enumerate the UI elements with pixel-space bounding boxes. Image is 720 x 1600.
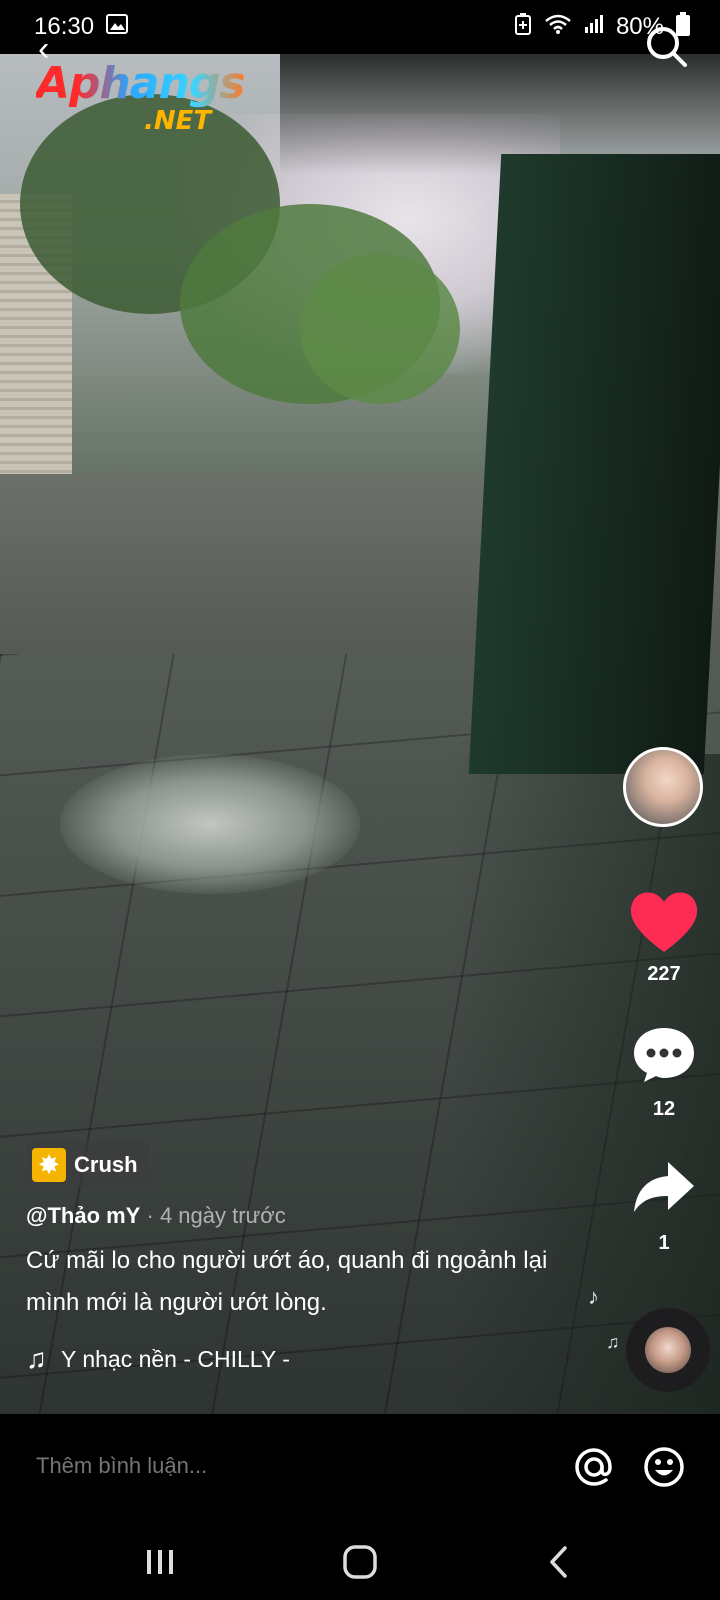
- post-time: 4 ngày trước: [159, 1203, 286, 1228]
- share-button[interactable]: [632, 1160, 696, 1216]
- username[interactable]: @Thảo mY: [26, 1203, 140, 1228]
- comment-bubble-icon: [634, 1028, 694, 1082]
- floating-note-icon: ♫: [606, 1332, 620, 1352]
- comment-input[interactable]: [36, 1453, 496, 1479]
- music-title: Y nhạc nền - CHILLY -: [61, 1345, 290, 1372]
- like-button[interactable]: [626, 886, 702, 956]
- wifi-icon: [544, 13, 572, 42]
- share-count: 1: [658, 1232, 670, 1254]
- music-disc-avatar: [645, 1327, 691, 1373]
- search-icon[interactable]: [644, 24, 690, 70]
- battery-saver-icon: [514, 12, 532, 42]
- gallery-icon: [106, 13, 129, 41]
- like-count: 227: [647, 963, 681, 985]
- home-icon[interactable]: [338, 1540, 382, 1584]
- music-disc[interactable]: [626, 1308, 710, 1392]
- creator-avatar[interactable]: [623, 747, 703, 827]
- back-chevron-icon[interactable]: ‹: [38, 30, 49, 69]
- music-note-icon: ♫: [26, 1343, 47, 1374]
- back-icon[interactable]: [538, 1540, 582, 1584]
- post-meta: @Thảo mY · 4 ngày trước: [26, 1203, 286, 1228]
- crush-tag[interactable]: ✸ Crush: [26, 1142, 150, 1188]
- recents-icon[interactable]: [138, 1540, 182, 1584]
- watermark-logo: Aphangs .NET: [36, 58, 246, 136]
- share-arrow-icon: [634, 1162, 694, 1212]
- signal-icon: [584, 13, 604, 41]
- video-caption: Cứ mãi lo cho người ướt áo, quanh đi ngo…: [26, 1247, 548, 1316]
- floating-note-icon: ♪: [588, 1284, 599, 1309]
- emoji-icon[interactable]: [642, 1445, 686, 1489]
- sparkle-icon: ✸: [32, 1148, 66, 1182]
- comment-button[interactable]: [632, 1024, 696, 1084]
- status-bar: 16:30 80%: [0, 0, 720, 54]
- music-info[interactable]: ♫ Y nhạc nền - CHILLY -: [26, 1343, 290, 1375]
- heart-icon: [630, 892, 698, 952]
- mention-icon[interactable]: [572, 1445, 616, 1489]
- comment-count: 12: [652, 1098, 676, 1120]
